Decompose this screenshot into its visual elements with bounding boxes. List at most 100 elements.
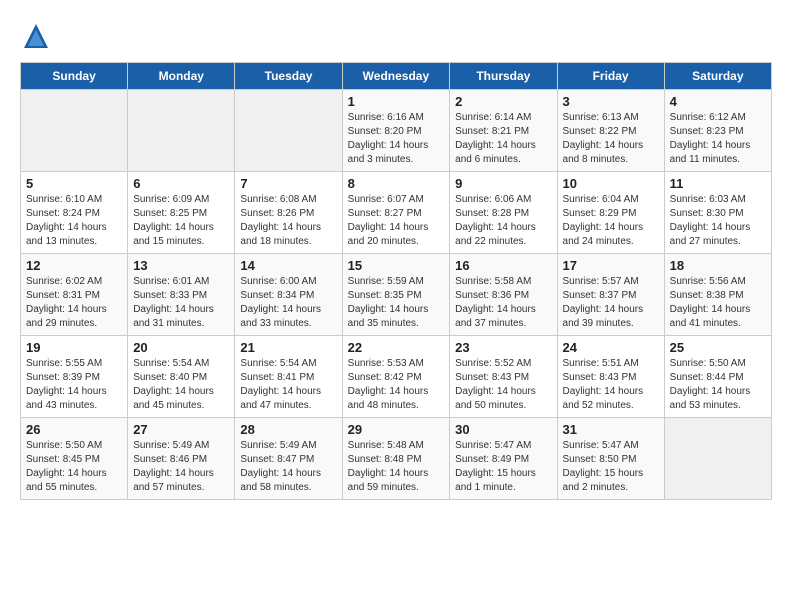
calendar-cell: 8Sunrise: 6:07 AM Sunset: 8:27 PM Daylig…	[342, 172, 450, 254]
calendar-cell: 2 Sunrise: 6:14 AM Sunset: 8:21 PM Daylig…	[450, 90, 557, 172]
day-number: 9	[455, 176, 551, 191]
day-info: Sunrise: 5:57 AM Sunset: 8:37 PM Dayligh…	[563, 275, 659, 331]
day-info: Sunrise: 6:16 AM Sunset: 8:20 PM Dayligh…	[348, 111, 445, 167]
day-info: Sunrise: 5:49 AM Sunset: 8:46 PM Dayligh…	[133, 439, 229, 495]
day-info: Sunrise: 6:07 AM Sunset: 8:27 PM Dayligh…	[348, 193, 445, 249]
day-number: 29	[348, 422, 445, 437]
calendar-cell: 31 Sunrise: 5:47 AM Sunset: 8:50 PM Dayli…	[557, 418, 664, 500]
calendar-week-row: 19 Sunrise: 5:55 AM Sunset: 8:39 PM Dayli…	[21, 336, 772, 418]
calendar-cell: 3 Sunrise: 6:13 AM Sunset: 8:22 PM Daylig…	[557, 90, 664, 172]
calendar-cell: 23 Sunrise: 5:52 AM Sunset: 8:43 PM Dayli…	[450, 336, 557, 418]
day-number: 1	[348, 94, 445, 109]
day-number: 19	[26, 340, 122, 355]
day-number: 30	[455, 422, 551, 437]
calendar-cell: 14Sunrise: 6:00 AM Sunset: 8:34 PM Dayli…	[235, 254, 342, 336]
day-number: 25	[670, 340, 766, 355]
weekday-header: Sunday	[21, 63, 128, 90]
calendar-cell	[664, 418, 771, 500]
day-number: 26	[26, 422, 122, 437]
calendar-cell: 29 Sunrise: 5:48 AM Sunset: 8:48 PM Dayli…	[342, 418, 450, 500]
calendar-cell: 19 Sunrise: 5:55 AM Sunset: 8:39 PM Dayli…	[21, 336, 128, 418]
header-row: SundayMondayTuesdayWednesdayThursdayFrid…	[21, 63, 772, 90]
logo-icon	[20, 20, 52, 52]
day-info: Sunrise: 5:52 AM Sunset: 8:43 PM Dayligh…	[455, 357, 551, 413]
calendar-cell: 25 Sunrise: 5:50 AM Sunset: 8:44 PM Dayli…	[664, 336, 771, 418]
calendar-cell	[128, 90, 235, 172]
day-number: 21	[240, 340, 336, 355]
day-number: 18	[670, 258, 766, 273]
calendar-cell: 24 Sunrise: 5:51 AM Sunset: 8:43 PM Dayli…	[557, 336, 664, 418]
day-number: 24	[563, 340, 659, 355]
calendar-cell: 30 Sunrise: 5:47 AM Sunset: 8:49 PM Dayli…	[450, 418, 557, 500]
day-info: Sunrise: 6:03 AM Sunset: 8:30 PM Dayligh…	[670, 193, 766, 249]
day-info: Sunrise: 5:56 AM Sunset: 8:38 PM Dayligh…	[670, 275, 766, 331]
day-number: 20	[133, 340, 229, 355]
weekday-header: Monday	[128, 63, 235, 90]
day-info: Sunrise: 5:47 AM Sunset: 8:50 PM Dayligh…	[563, 439, 659, 495]
weekday-header: Tuesday	[235, 63, 342, 90]
day-info: Sunrise: 6:12 AM Sunset: 8:23 PM Dayligh…	[670, 111, 766, 167]
day-number: 27	[133, 422, 229, 437]
calendar-cell: 27 Sunrise: 5:49 AM Sunset: 8:46 PM Dayli…	[128, 418, 235, 500]
day-info: Sunrise: 5:51 AM Sunset: 8:43 PM Dayligh…	[563, 357, 659, 413]
day-info: Sunrise: 5:54 AM Sunset: 8:40 PM Dayligh…	[133, 357, 229, 413]
day-info: Sunrise: 6:09 AM Sunset: 8:25 PM Dayligh…	[133, 193, 229, 249]
page-header	[20, 20, 772, 52]
day-number: 17	[563, 258, 659, 273]
day-info: Sunrise: 5:58 AM Sunset: 8:36 PM Dayligh…	[455, 275, 551, 331]
calendar-cell: 4 Sunrise: 6:12 AM Sunset: 8:23 PM Daylig…	[664, 90, 771, 172]
calendar-cell: 10 Sunrise: 6:04 AM Sunset: 8:29 PM Dayli…	[557, 172, 664, 254]
day-number: 4	[670, 94, 766, 109]
day-info: Sunrise: 6:13 AM Sunset: 8:22 PM Dayligh…	[563, 111, 659, 167]
day-number: 10	[563, 176, 659, 191]
calendar-cell: 17 Sunrise: 5:57 AM Sunset: 8:37 PM Dayli…	[557, 254, 664, 336]
weekday-header: Thursday	[450, 63, 557, 90]
calendar-week-row: 1 Sunrise: 6:16 AM Sunset: 8:20 PM Daylig…	[21, 90, 772, 172]
day-info: Sunrise: 6:02 AM Sunset: 8:31 PM Dayligh…	[26, 275, 122, 331]
weekday-header: Saturday	[664, 63, 771, 90]
day-info: Sunrise: 6:06 AM Sunset: 8:28 PM Dayligh…	[455, 193, 551, 249]
calendar-cell: 12Sunrise: 6:02 AM Sunset: 8:31 PM Dayli…	[21, 254, 128, 336]
day-number: 5	[26, 176, 122, 191]
day-number: 3	[563, 94, 659, 109]
calendar-week-row: 5 Sunrise: 6:10 AM Sunset: 8:24 PM Daylig…	[21, 172, 772, 254]
calendar-cell: 18 Sunrise: 5:56 AM Sunset: 8:38 PM Dayli…	[664, 254, 771, 336]
day-info: Sunrise: 5:53 AM Sunset: 8:42 PM Dayligh…	[348, 357, 445, 413]
day-info: Sunrise: 5:55 AM Sunset: 8:39 PM Dayligh…	[26, 357, 122, 413]
day-info: Sunrise: 5:50 AM Sunset: 8:45 PM Dayligh…	[26, 439, 122, 495]
calendar-cell: 22 Sunrise: 5:53 AM Sunset: 8:42 PM Dayli…	[342, 336, 450, 418]
calendar-week-row: 26 Sunrise: 5:50 AM Sunset: 8:45 PM Dayli…	[21, 418, 772, 500]
day-info: Sunrise: 6:10 AM Sunset: 8:24 PM Dayligh…	[26, 193, 122, 249]
weekday-header: Friday	[557, 63, 664, 90]
day-info: Sunrise: 5:48 AM Sunset: 8:48 PM Dayligh…	[348, 439, 445, 495]
day-number: 11	[670, 176, 766, 191]
calendar-cell	[21, 90, 128, 172]
day-number: 28	[240, 422, 336, 437]
calendar-cell: 11 Sunrise: 6:03 AM Sunset: 8:30 PM Dayli…	[664, 172, 771, 254]
day-number: 22	[348, 340, 445, 355]
calendar-cell: 9 Sunrise: 6:06 AM Sunset: 8:28 PM Daylig…	[450, 172, 557, 254]
day-info: Sunrise: 5:59 AM Sunset: 8:35 PM Dayligh…	[348, 275, 445, 331]
day-info: Sunrise: 5:47 AM Sunset: 8:49 PM Dayligh…	[455, 439, 551, 495]
calendar-cell: 13Sunrise: 6:01 AM Sunset: 8:33 PM Dayli…	[128, 254, 235, 336]
calendar-cell	[235, 90, 342, 172]
calendar-cell: 6Sunrise: 6:09 AM Sunset: 8:25 PM Daylig…	[128, 172, 235, 254]
calendar-cell: 16 Sunrise: 5:58 AM Sunset: 8:36 PM Dayli…	[450, 254, 557, 336]
day-number: 14	[240, 258, 336, 273]
day-number: 23	[455, 340, 551, 355]
calendar-cell: 1 Sunrise: 6:16 AM Sunset: 8:20 PM Daylig…	[342, 90, 450, 172]
logo	[20, 20, 58, 52]
calendar-cell: 5 Sunrise: 6:10 AM Sunset: 8:24 PM Daylig…	[21, 172, 128, 254]
weekday-header: Wednesday	[342, 63, 450, 90]
calendar-cell: 20 Sunrise: 5:54 AM Sunset: 8:40 PM Dayli…	[128, 336, 235, 418]
day-number: 2	[455, 94, 551, 109]
calendar-week-row: 12Sunrise: 6:02 AM Sunset: 8:31 PM Dayli…	[21, 254, 772, 336]
day-info: Sunrise: 6:14 AM Sunset: 8:21 PM Dayligh…	[455, 111, 551, 167]
day-number: 31	[563, 422, 659, 437]
day-info: Sunrise: 6:04 AM Sunset: 8:29 PM Dayligh…	[563, 193, 659, 249]
calendar-cell: 15Sunrise: 5:59 AM Sunset: 8:35 PM Dayli…	[342, 254, 450, 336]
day-info: Sunrise: 5:50 AM Sunset: 8:44 PM Dayligh…	[670, 357, 766, 413]
calendar-cell: 7Sunrise: 6:08 AM Sunset: 8:26 PM Daylig…	[235, 172, 342, 254]
day-number: 16	[455, 258, 551, 273]
day-number: 13	[133, 258, 229, 273]
